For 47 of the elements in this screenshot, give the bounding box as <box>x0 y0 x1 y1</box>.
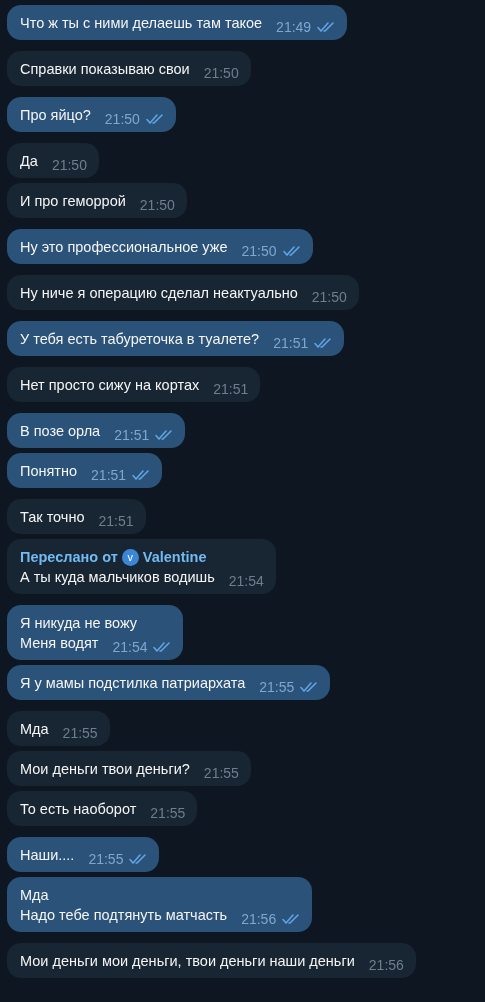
message-text: А ты куда мальчиков водишь <box>20 568 215 587</box>
message-text: Меня водят <box>20 634 99 653</box>
message-text: Так точно <box>20 508 85 527</box>
message-time: 21:50 <box>139 196 175 215</box>
sender-name[interactable]: Valentine <box>142 547 207 567</box>
message-text: И про геморрой <box>20 192 126 211</box>
message-text: Надо тебе подтянуть матчасть <box>20 906 228 925</box>
message-time: 21:54 <box>228 572 264 591</box>
message-text: Про яйцо? <box>20 106 91 125</box>
message-time: 21:50 <box>51 156 87 175</box>
message-text: Мда <box>20 886 49 905</box>
message-text: У тебя есть табуреточка в туалете? <box>20 330 260 349</box>
message-text: Ну ниче я операцию сделал неактуально <box>20 284 298 303</box>
message-text: То есть наоборот <box>20 800 137 819</box>
message-text: Мои деньги твои деньги? <box>20 760 190 779</box>
message-time: 21:56 <box>241 910 277 929</box>
message-time: 21:50 <box>203 64 239 83</box>
message-time: 21:55 <box>88 850 124 869</box>
message-text: В позе орла <box>20 422 101 441</box>
message-text: Мои деньги мои деньги, твои деньги наши деньги <box>20 952 355 971</box>
message-time: 21:51 <box>213 380 249 399</box>
message-time: 21:51 <box>91 466 127 485</box>
message-time: 21:50 <box>311 288 347 307</box>
message-text: Мда <box>20 720 49 739</box>
message-time: 21:51 <box>114 426 150 445</box>
message-time: 21:50 <box>104 110 140 129</box>
message-time: 21:51 <box>273 334 309 353</box>
message-text: Да <box>20 152 38 171</box>
message-text: Я никуда не вожу <box>20 614 138 633</box>
message-time: 21:54 <box>112 638 148 657</box>
message-time: 21:55 <box>62 724 98 743</box>
message-text: Ну это профессиональное уже <box>20 238 228 257</box>
message-text: Что ж ты с ними делаешь там такое <box>20 14 263 33</box>
message-time: 21:49 <box>276 18 312 37</box>
message-text: Справки показываю свои <box>20 60 190 79</box>
message-text: Я у мамы подстилка патриархата <box>20 674 246 693</box>
message-text: Понятно <box>20 462 78 481</box>
message-text: Нет просто сижу на кортах <box>20 376 200 395</box>
avatar[interactable]: v <box>121 548 139 566</box>
message-time: 21:51 <box>98 512 134 531</box>
message-time: 21:50 <box>241 242 277 261</box>
message-time: 21:56 <box>368 956 404 975</box>
forwarded-label: Переслано от <box>20 548 118 567</box>
message-time: 21:55 <box>203 764 239 783</box>
message-time: 21:55 <box>150 804 186 823</box>
message-text: Наши.... <box>20 846 75 865</box>
message-time: 21:55 <box>259 678 295 697</box>
